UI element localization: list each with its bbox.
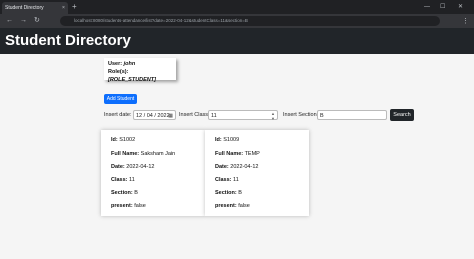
- id-label: Id:: [215, 137, 222, 143]
- card-present: present: false: [215, 202, 250, 210]
- class-field-label: Class:: [111, 177, 128, 183]
- user-info-box: User: john Role(s): [ROLE_STUDENT]: [104, 58, 176, 83]
- url-text: localhost:8080/students-attendance/list?…: [74, 18, 248, 23]
- card-class: Class: 11: [111, 176, 135, 184]
- class-label: Insert Class:: [179, 112, 210, 118]
- section-field-value: B: [134, 190, 138, 196]
- card-id: Id: S1009: [215, 136, 239, 144]
- id-value: S1009: [223, 137, 240, 143]
- card-section: Section: B: [111, 189, 138, 197]
- id-label: Id:: [111, 137, 118, 143]
- user-label: User:: [108, 61, 123, 67]
- card-id: Id: S1002: [111, 136, 135, 144]
- date-input[interactable]: 12 / 04 / 2022 ▦: [133, 110, 176, 120]
- user-value: john: [123, 61, 136, 67]
- card-section: Section: B: [215, 189, 242, 197]
- tab-close-icon[interactable]: ×: [62, 2, 65, 14]
- role-label: Role(s):: [108, 69, 129, 75]
- date-field-value: 2022-04-12: [126, 164, 155, 170]
- full-name-value: TEMP: [244, 151, 260, 157]
- url-input[interactable]: localhost:8080/students-attendance/list?…: [60, 16, 440, 26]
- role-line: Role(s): [ROLE_STUDENT]: [108, 68, 172, 84]
- class-field-label: Class:: [215, 177, 232, 183]
- new-tab-icon[interactable]: +: [72, 2, 77, 12]
- date-field-value: 2022-04-12: [230, 164, 259, 170]
- section-label: Insert Section:: [283, 112, 319, 118]
- student-card: Id: S1009 Full Name: TEMP Date: 2022-04-…: [205, 130, 309, 216]
- card-present: present: false: [111, 202, 146, 210]
- date-label: Insert date:: [104, 112, 132, 118]
- minimize-icon[interactable]: —: [424, 2, 430, 12]
- navbar: Student Directory: [0, 28, 474, 54]
- tab-title: Student Directory: [5, 5, 44, 11]
- browser-tab[interactable]: Student Directory ×: [2, 2, 68, 14]
- present-value: false: [238, 203, 250, 209]
- role-value: [ROLE_STUDENT]: [108, 77, 156, 83]
- back-icon[interactable]: ←: [6, 16, 13, 26]
- page-title: Student Directory: [5, 32, 131, 49]
- present-label: present:: [111, 203, 133, 209]
- maximize-icon[interactable]: ☐: [440, 2, 445, 12]
- date-field-label: Date:: [111, 164, 125, 170]
- student-card: Id: S1002 Full Name: Saksham Jain Date: …: [101, 130, 205, 216]
- card-date: Date: 2022-04-12: [111, 163, 154, 171]
- class-field-value: 11: [129, 177, 135, 183]
- full-name-label: Full Name:: [215, 151, 244, 157]
- date-value: 12 / 04 / 2022: [136, 113, 170, 119]
- present-value: false: [134, 203, 146, 209]
- card-full-name: Full Name: TEMP: [215, 150, 260, 158]
- card-full-name: Full Name: Saksham Jain: [111, 150, 175, 158]
- full-name-label: Full Name:: [111, 151, 140, 157]
- spinner-icon[interactable]: ▲ ▼: [271, 111, 275, 121]
- section-input[interactable]: B: [317, 110, 387, 120]
- date-field-label: Date:: [215, 164, 229, 170]
- browser-tab-bar: Student Directory × + — ☐ ✕: [0, 0, 474, 14]
- address-bar: ← → ↻ localhost:8080/students-attendance…: [0, 14, 474, 28]
- class-input[interactable]: 11 ▲ ▼: [208, 110, 278, 121]
- id-value: S1002: [119, 137, 136, 143]
- present-label: present:: [215, 203, 237, 209]
- search-button[interactable]: Search: [390, 109, 414, 121]
- user-line: User: john: [108, 60, 172, 68]
- class-field-value: 11: [233, 177, 239, 183]
- section-field-label: Section:: [215, 190, 237, 196]
- forward-icon[interactable]: →: [20, 16, 27, 26]
- reload-icon[interactable]: ↻: [34, 16, 40, 26]
- class-value: 11: [211, 113, 217, 119]
- section-field-value: B: [238, 190, 242, 196]
- calendar-icon[interactable]: ▦: [168, 111, 173, 121]
- add-student-button[interactable]: Add Student: [104, 94, 137, 104]
- close-window-icon[interactable]: ✕: [458, 2, 463, 12]
- card-class: Class: 11: [215, 176, 239, 184]
- section-field-label: Section:: [111, 190, 133, 196]
- browser-menu-icon[interactable]: ⋮: [462, 17, 469, 26]
- full-name-value: Saksham Jain: [140, 151, 176, 157]
- section-value: B: [320, 113, 324, 119]
- card-date: Date: 2022-04-12: [215, 163, 258, 171]
